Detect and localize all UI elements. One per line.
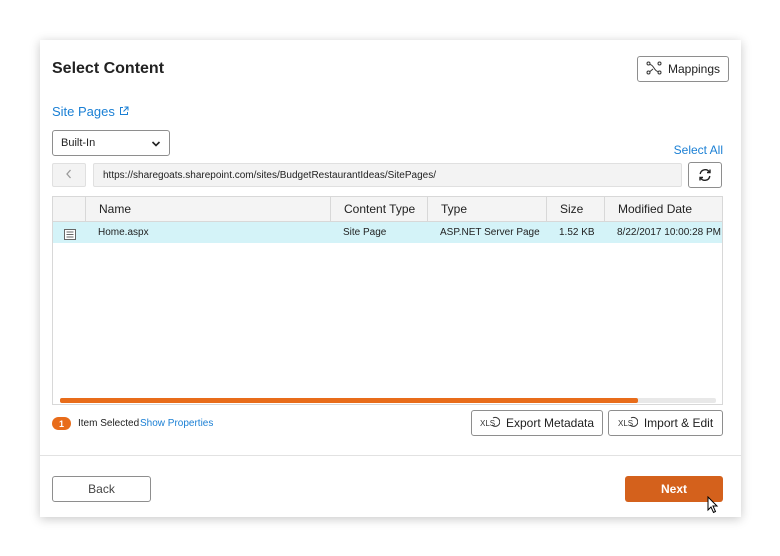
mouse-cursor-icon [707,495,719,519]
back-button[interactable]: Back [52,476,151,502]
cell-name: Home.aspx [98,227,149,238]
import-edit-button[interactable]: XLS Import & Edit [608,410,723,436]
cell-content-type: Site Page [343,227,387,238]
site-pages-link[interactable]: Site Pages [52,104,129,119]
svg-text:XLS: XLS [618,419,633,428]
show-properties-link[interactable]: Show Properties [140,418,213,429]
table-header: Name Content Type Type Size Modified Dat… [53,197,722,222]
refresh-icon [698,168,712,182]
export-metadata-button[interactable]: XLS Export Metadata [471,410,603,436]
site-pages-label: Site Pages [52,104,115,119]
content-table: Name Content Type Type Size Modified Dat… [52,196,723,405]
url-field[interactable]: https://sharegoats.sharepoint.com/sites/… [93,163,682,187]
cell-size: 1.52 KB [559,227,595,238]
header-content-type[interactable]: Content Type [330,197,427,221]
horizontal-scrollbar-thumb[interactable] [60,398,638,403]
selected-items-label: Item Selected [78,418,140,429]
url-text: https://sharegoats.sharepoint.com/sites/… [103,169,436,181]
header-name[interactable]: Name [85,197,330,221]
xls-icon: XLS [480,415,506,432]
table-row[interactable]: Home.aspx Site Page ASP.NET Server Page … [53,222,722,243]
source-dropdown[interactable]: Built-In [52,130,170,156]
svg-text:XLS: XLS [480,419,495,428]
mappings-icon [646,61,668,78]
mappings-button[interactable]: Mappings [637,56,729,82]
export-metadata-label: Export Metadata [505,416,595,430]
selected-count-badge: 1 [52,417,71,430]
footer-divider [40,455,741,456]
chevron-left-icon [65,166,73,184]
header-type[interactable]: Type [427,197,546,221]
chevron-down-icon [151,139,161,151]
page-icon [64,227,76,245]
xls-icon: XLS [618,415,644,432]
navigate-back-button[interactable] [52,163,86,187]
external-link-icon [115,104,129,119]
dropdown-value: Built-In [61,137,96,149]
header-modified-date[interactable]: Modified Date [604,197,722,221]
refresh-button[interactable] [688,162,722,188]
header-size[interactable]: Size [546,197,604,221]
select-all-link[interactable]: Select All [674,143,723,157]
mappings-label: Mappings [667,62,721,76]
import-edit-label: Import & Edit [643,416,714,430]
cell-modified-date: 8/22/2017 10:00:28 PM [617,227,721,238]
dialog-title: Select Content [52,60,165,77]
header-icon-column [53,197,85,221]
select-content-dialog: Select Content Mappings Site Pages Built… [40,40,741,517]
cell-type: ASP.NET Server Page [440,227,540,238]
